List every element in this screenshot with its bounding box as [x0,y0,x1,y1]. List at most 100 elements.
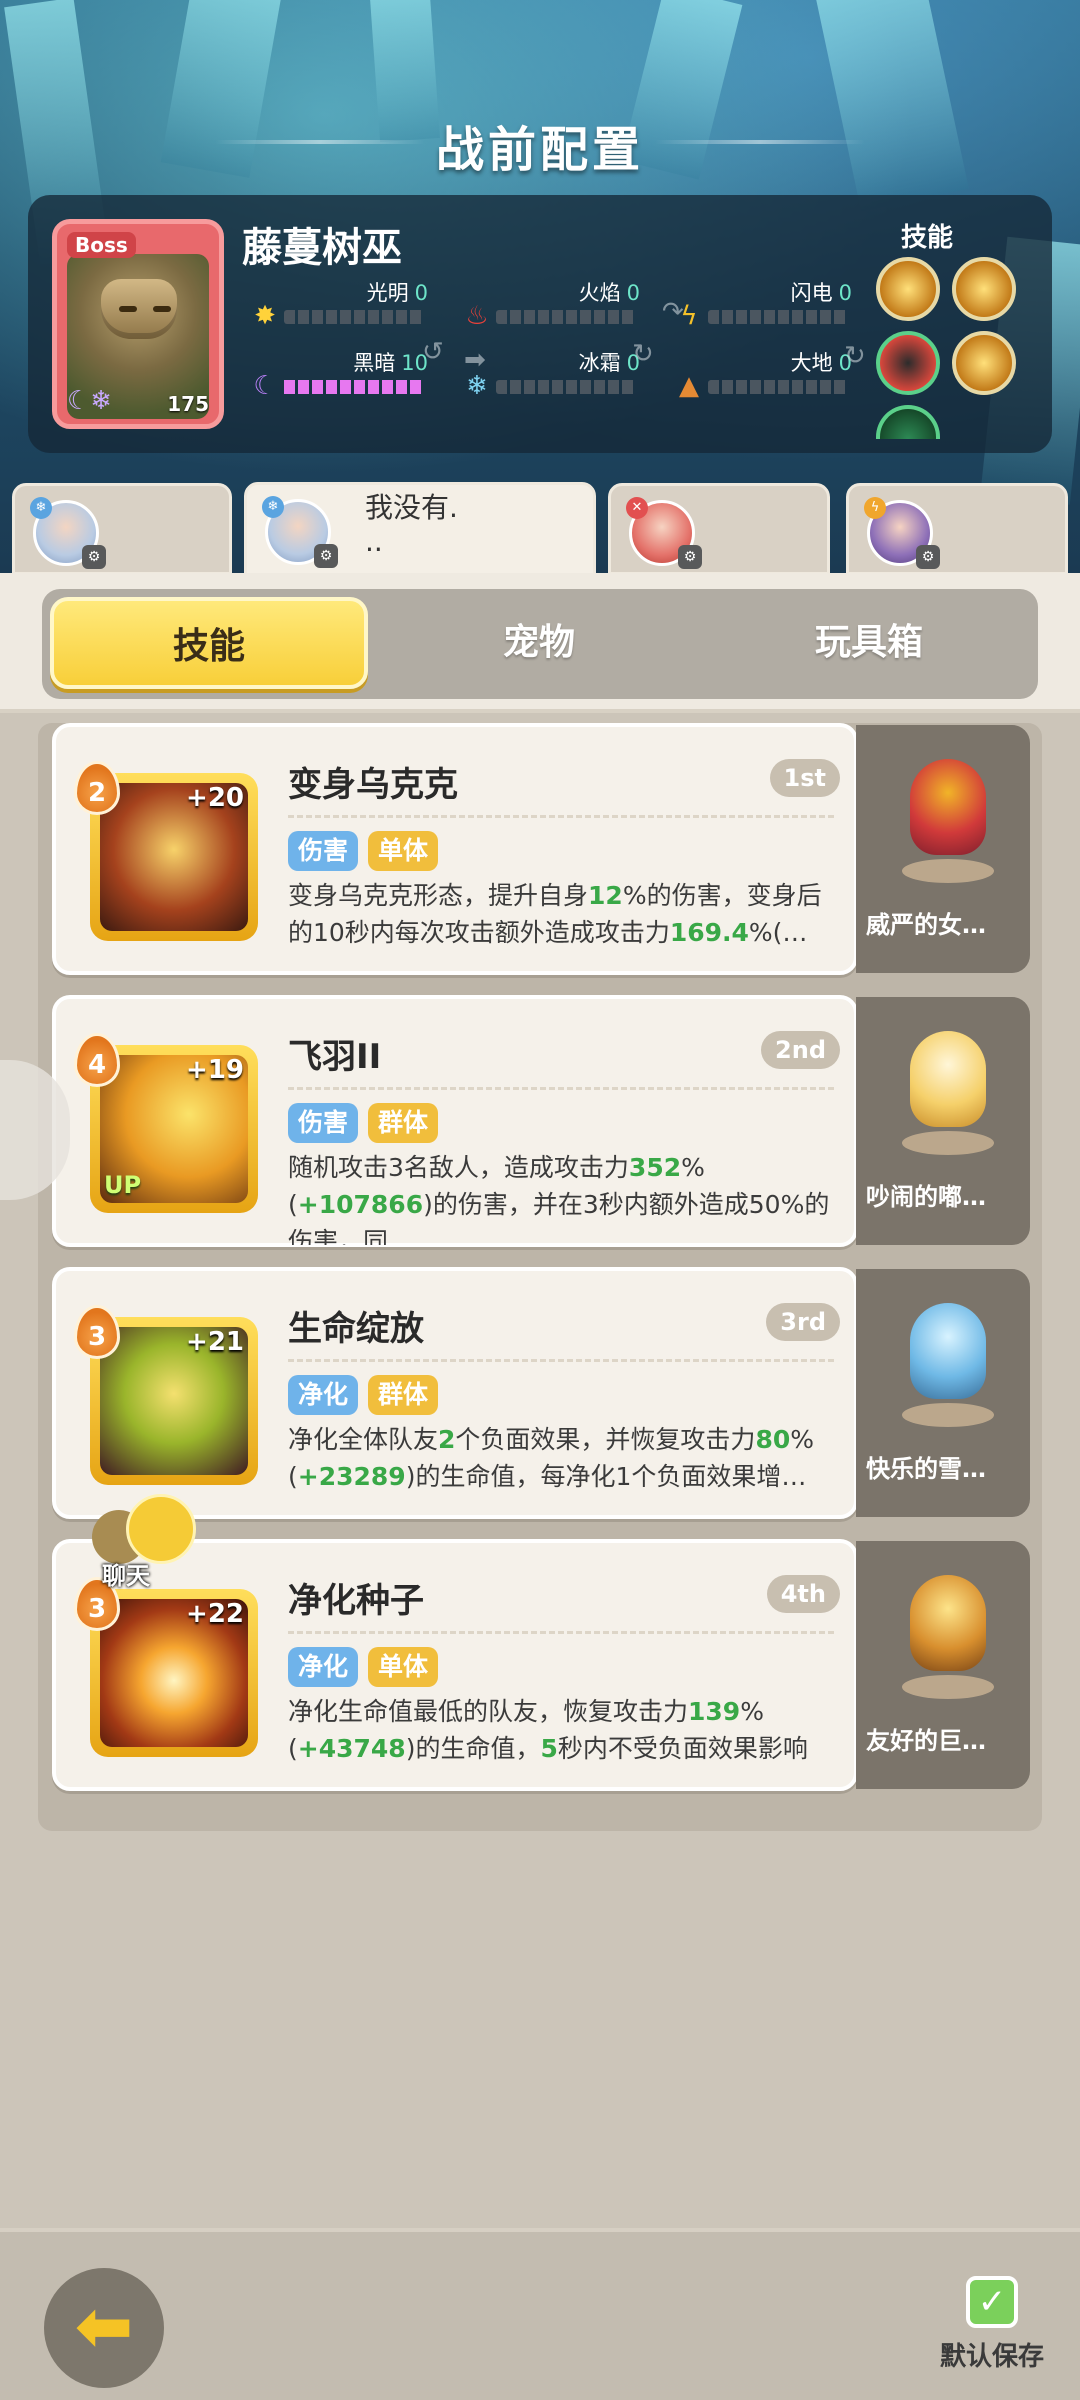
skill-name: 飞羽II [288,1037,382,1077]
divider [288,815,834,818]
boss-level: 175 [167,392,209,416]
smiley-icon [126,1494,196,1564]
skill-level-badge: 4 [74,1033,120,1087]
skill-description: 随机攻击3名敌人，造成攻击力352%(+107866)的伤害，并在3秒内额外造成… [288,1153,830,1245]
skill-bonus: +19 [186,1055,244,1085]
skill-rank: 3rd [766,1303,840,1341]
element-label: 黑暗 10 [353,351,428,375]
skill-description: 净化生命值最低的队友，恢复攻击力139%(+43748)的生命值，5秒内不受负面… [288,1697,808,1763]
element-bar [708,380,848,394]
gear-icon: ⚙ [678,545,702,569]
element-light: 光明 0 ✸ [250,277,450,337]
skill-name: 变身乌克克 [288,765,458,805]
pet-card[interactable]: 吵闹的嘟… [856,997,1030,1245]
element-lightning: 闪电 0 ϟ [674,277,874,337]
skill-icon[interactable]: 3 +22 [74,1577,258,1757]
tab-bar: 技能 宠物 玩具箱 [42,589,1038,699]
page-title: 战前配置 [435,122,644,178]
moon-icon: ☾ [253,371,277,401]
skill-bonus: +21 [186,1327,244,1357]
moon-snowflake-icon: ☾❄ [67,386,113,416]
element-bar [708,310,848,324]
avatar: ✕ ⚙ [626,497,702,569]
skill-card[interactable]: 2 +20 变身乌克克 1st 伤害 单体 变身乌克克形态，提升自身12%的伤害… [52,723,858,975]
skill-card[interactable]: 3 +21 生命绽放 3rd 净化 群体 净化全体队友2个负面效果，并恢复攻击力… [52,1267,858,1519]
tab-pets[interactable]: 宠物 [380,597,698,689]
pet-card[interactable]: 友好的巨… [856,1541,1030,1789]
gear-icon: ⚙ [314,544,338,568]
team-tab-4[interactable]: ϟ ⚙ [846,483,1068,575]
boss-info-panel: Boss ☾❄ 175 藤蔓树巫 光明 0 ✸ 火焰 0 ♨ 闪电 0 ϟ 黑暗 10 [28,195,1052,453]
gear-icon: ⚙ [82,545,106,569]
fire-icon: ♨ [465,301,489,331]
tab-toybox[interactable]: 玩具箱 [710,597,1028,689]
snowflake-icon: ❄ [466,371,488,401]
skill-icon[interactable]: 4 +19 UP [74,1033,258,1213]
upgrade-indicator: UP [104,1171,142,1199]
avatar: ϟ ⚙ [864,497,940,569]
arrow-right-icon: ↷ [662,297,684,327]
team-tab-2[interactable]: ❄ ⚙ 我没有. .. [244,482,596,576]
team-tab-1[interactable]: ❄ ⚙ [12,483,232,575]
boss-portrait[interactable]: Boss ☾❄ 175 [52,219,224,429]
skill-level-badge: 3 [74,1305,120,1359]
tag-target: 单体 [368,1647,439,1687]
skill-icon[interactable]: 2 +20 [74,761,258,941]
skill-name: 净化种子 [288,1581,424,1621]
tab-skills[interactable]: 技能 [50,597,368,689]
default-save-button[interactable]: ✓ 默认保存 [932,2276,1052,2386]
skill-bonus: +22 [186,1599,244,1629]
skill-icon[interactable]: 3 +21 [74,1305,258,1485]
boss-name: 藤蔓树巫 [242,225,402,271]
cycle-arrow-icon: ↺ [422,337,444,367]
skill-level-badge: 2 [74,761,120,815]
tag-damage: 伤害 [288,1103,359,1143]
element-stats: 光明 0 ✸ 火焰 0 ♨ 闪电 0 ϟ 黑暗 10 ☾ 冰霜 0 ❄ 大地 0… [250,277,870,437]
dragon-pet-icon [894,743,998,883]
tag-target: 单体 [368,831,439,871]
pet-name: 威严的女… [866,911,986,939]
skill-list: 2 +20 变身乌克克 1st 伤害 单体 变身乌克克形态，提升自身12%的伤害… [38,723,1042,1831]
skill-rank: 2nd [761,1031,840,1069]
tag-purify: 净化 [288,1647,359,1687]
pet-card[interactable]: 快乐的雪… [856,1269,1030,1517]
boss-skill-icon[interactable] [876,331,940,395]
element-bar [284,310,424,324]
earth-icon: ▲ [679,371,699,401]
skill-card[interactable]: 4 +19 UP 飞羽II 2nd 伤害 群体 随机攻击3名敌人，造成攻击力35… [52,995,858,1247]
skill-rank: 1st [769,759,840,797]
bottom-bar: ⬅ ✓ 默认保存 [0,2228,1080,2400]
element-fire: 火焰 0 ♨ [462,277,662,337]
boss-badge: Boss [67,232,136,258]
boss-skill-icon[interactable] [952,331,1016,395]
boss-skill-icon[interactable] [876,257,940,321]
tag-purify: 净化 [288,1375,359,1415]
element-label: 大地 0 [790,351,852,375]
cycle-arrow-icon: ↻ [632,339,654,369]
tag-target: 群体 [368,1103,439,1143]
avatar: ❄ ⚙ [30,497,106,569]
snow-pet-icon [894,1287,998,1427]
element-label: 火焰 0 [578,281,640,305]
sun-icon: ✸ [254,301,276,331]
divider [288,1359,834,1362]
pet-card[interactable]: 威严的女… [856,725,1030,973]
bird-pet-icon [894,1015,998,1155]
skill-description: 净化全体队友2个负面效果，并恢复攻击力80%(+23289)的生命值，每净化1个… [288,1425,814,1491]
divider [288,1087,834,1090]
default-save-label: 默认保存 [939,2342,1044,2372]
boss-eye [119,306,137,312]
team-tab-3[interactable]: ✕ ⚙ [608,483,830,575]
element-tag-icon: ❄ [30,497,52,519]
element-dark: 黑暗 10 ☾ [250,347,450,407]
boss-skill-icon[interactable] [876,405,940,439]
chat-label: 聊天 [102,1562,150,1590]
checkbox-icon[interactable]: ✓ [966,2276,1018,2328]
skill-name: 生命绽放 [288,1309,424,1349]
chat-float-button[interactable]: 聊天 [92,1494,212,1594]
arrow-left-icon: ⬅ [74,2285,134,2367]
back-button[interactable]: ⬅ [44,2268,164,2388]
boss-skill-icon[interactable] [952,257,1016,321]
skill-rank: 4th [766,1575,840,1613]
element-label: 闪电 0 [790,281,852,305]
